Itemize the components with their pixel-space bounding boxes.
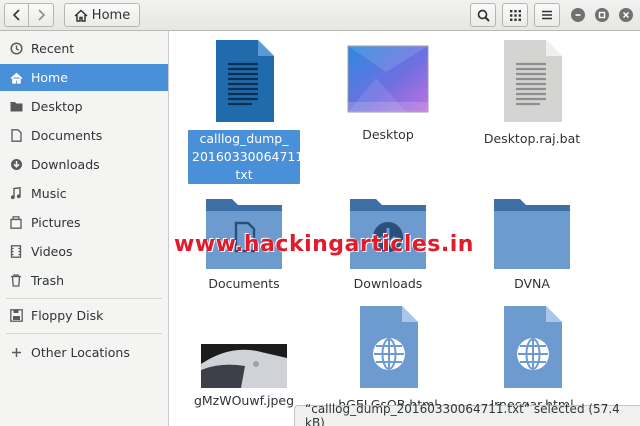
path-home-button[interactable]: Home <box>64 3 140 27</box>
chevron-right-icon <box>38 9 46 21</box>
file-label: Desktop <box>362 127 414 142</box>
sidebar-divider <box>6 333 162 334</box>
maximize-icon <box>598 11 606 19</box>
sidebar-item-label: Downloads <box>31 157 100 172</box>
chevron-left-icon <box>12 9 20 21</box>
sidebar-item-label: Documents <box>31 128 103 143</box>
file-label: Downloads <box>353 276 423 291</box>
back-button[interactable] <box>4 3 29 27</box>
close-button[interactable] <box>619 8 633 22</box>
sidebar-item-label: Trash <box>31 273 65 288</box>
header-bar: Home <box>0 0 640 31</box>
sidebar-item-music[interactable]: Music <box>0 180 168 207</box>
file-label: DVNA <box>514 276 550 291</box>
text-file-icon <box>216 40 274 122</box>
home-icon <box>74 8 88 22</box>
minimize-icon <box>575 14 581 16</box>
text-file-icon <box>504 40 562 122</box>
sidebar-item-label: Other Locations <box>31 345 130 360</box>
html-file-icon <box>360 306 418 388</box>
file-label: Desktop.raj.bat <box>483 131 581 146</box>
file-label-line: txt <box>235 167 253 182</box>
sidebar-item-label: Videos <box>31 244 73 259</box>
file-label-line: calllog_dump_ <box>199 131 289 146</box>
sidebar-item-label: Home <box>31 70 68 85</box>
desktop-folder-icon <box>347 45 429 113</box>
sidebar-item-downloads[interactable]: Downloads <box>0 151 168 178</box>
sidebar-item-pictures[interactable]: Pictures <box>0 209 168 236</box>
file-label: Documents <box>208 276 280 291</box>
pictures-icon <box>9 216 23 230</box>
folder-icon <box>9 100 23 114</box>
close-icon <box>622 11 630 19</box>
sidebar-item-videos[interactable]: Videos <box>0 238 168 265</box>
file-item-calllog[interactable]: calllog_dump_ 20160330064711. txt <box>174 38 314 184</box>
trash-icon <box>9 274 23 288</box>
sidebar-item-desktop[interactable]: Desktop <box>0 93 168 120</box>
videos-icon <box>9 245 23 259</box>
status-bar: “calllog_dump_20160330064711.txt” select… <box>294 402 640 426</box>
sidebar: Recent Home Desktop Documents Downloads … <box>0 31 169 426</box>
sidebar-item-label: Desktop <box>31 99 83 114</box>
file-item-desktop-raj-bat[interactable]: Desktop.raj.bat <box>462 38 602 148</box>
file-label: gMzWOuwf.jpeg <box>193 393 295 408</box>
plus-icon <box>9 346 23 360</box>
file-label: calllog_dump_ 20160330064711. txt <box>188 130 308 184</box>
search-button[interactable] <box>470 3 496 27</box>
music-icon <box>9 187 23 201</box>
hamburger-icon <box>542 10 552 20</box>
home-icon <box>9 71 23 85</box>
download-icon <box>9 158 23 172</box>
folder-icon <box>494 199 570 269</box>
sidebar-item-label: Recent <box>31 41 75 56</box>
file-grid: calllog_dump_ 20160330064711. txt Deskto… <box>170 31 640 426</box>
document-icon <box>9 129 23 143</box>
minimize-button[interactable] <box>571 8 585 22</box>
file-item-jrnecqar-html[interactable]: Jrnecqar.html <box>462 304 602 414</box>
file-item-dvna[interactable]: DVNA <box>462 197 602 293</box>
sidebar-item-floppy-disk[interactable]: Floppy Disk <box>0 302 168 329</box>
sidebar-item-documents[interactable]: Documents <box>0 122 168 149</box>
file-label-line: 20160330064711. <box>192 149 308 164</box>
sidebar-item-label: Music <box>31 186 67 201</box>
clock-icon <box>9 42 23 56</box>
watermark: www.hackingarticles.in <box>174 232 474 257</box>
html-file-icon <box>504 306 562 388</box>
sidebar-divider <box>6 298 162 299</box>
view-options-button[interactable] <box>502 3 528 27</box>
image-thumbnail <box>201 344 287 388</box>
sidebar-item-label: Pictures <box>31 215 81 230</box>
sidebar-item-home[interactable]: Home <box>0 64 168 91</box>
file-item-gmzwouwf-jpeg[interactable]: gMzWOuwf.jpeg <box>174 344 314 410</box>
search-icon <box>477 9 490 22</box>
sidebar-item-recent[interactable]: Recent <box>0 35 168 62</box>
grid-icon <box>509 9 521 21</box>
sidebar-item-trash[interactable]: Trash <box>0 267 168 294</box>
sidebar-item-other-locations[interactable]: Other Locations <box>0 339 168 366</box>
path-label: Home <box>91 7 131 23</box>
floppy-icon <box>9 309 23 323</box>
maximize-button[interactable] <box>595 8 609 22</box>
file-item-desktop[interactable]: Desktop <box>318 38 458 144</box>
menu-button[interactable] <box>534 3 560 27</box>
file-item-hgelgsob-html[interactable]: hGELGsOB.html <box>318 304 458 414</box>
forward-button[interactable] <box>29 3 54 27</box>
sidebar-item-label: Floppy Disk <box>31 308 104 323</box>
